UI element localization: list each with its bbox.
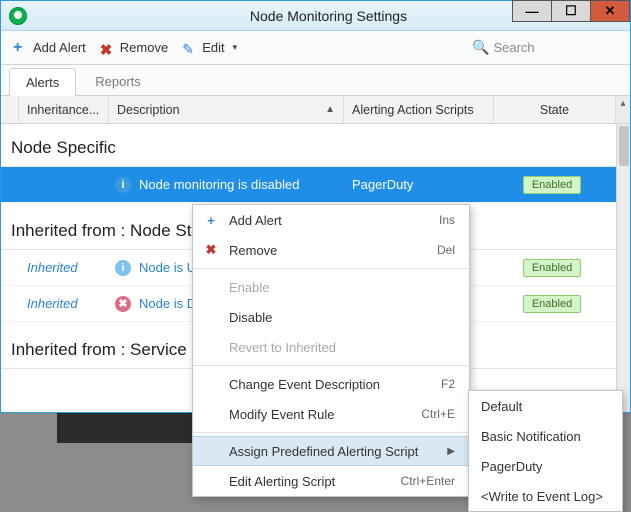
chevron-down-icon: ▾ [233,42,238,53]
state-badge: Enabled [523,176,581,194]
info-icon: i [115,177,131,193]
scroll-up-icon[interactable]: ▴ [620,96,625,111]
state-badge: Enabled [523,295,581,313]
window-controls: — ☐ ✕ [513,0,630,29]
menu-label: Remove [229,243,277,258]
vertical-scrollbar[interactable] [616,124,630,412]
column-state[interactable]: State [494,96,616,123]
menu-shortcut: Ctrl+E [421,407,455,421]
search-icon: 🔍 [472,39,489,56]
sort-asc-icon: ▲ [325,104,335,115]
remove-label: Remove [120,40,168,55]
tab-strip: Alerts Reports [1,65,630,96]
state-badge: Enabled [523,259,581,277]
titlebar: Node Monitoring Settings — ☐ ✕ [1,1,630,31]
maximize-button[interactable]: ☐ [551,0,591,22]
search-placeholder: Search [493,40,534,55]
column-description[interactable]: Description ▲ [109,96,344,123]
table-row[interactable]: i Node monitoring is disabled PagerDuty … [1,167,616,203]
menu-edit-script[interactable]: Edit Alerting Script Ctrl+Enter [193,466,469,496]
x-icon: ✖ [100,41,114,55]
tab-alerts[interactable]: Alerts [9,68,76,96]
menu-separator [193,432,469,433]
menu-separator [193,365,469,366]
submenu-pagerduty[interactable]: PagerDuty [469,451,622,481]
toolbar: + Add Alert ✖ Remove ✎ Edit ▾ 🔍 Search [1,31,630,65]
menu-label: Assign Predefined Alerting Script [229,444,418,459]
app-icon [9,7,27,25]
group-node-specific[interactable]: Node Specific [1,124,616,167]
close-button[interactable]: ✕ [590,0,630,22]
menu-change-description[interactable]: Change Event Description F2 [193,369,469,399]
pencil-icon: ✎ [182,41,196,55]
tab-reports[interactable]: Reports [78,67,158,95]
menu-add-alert[interactable]: + Add Alert Ins [193,205,469,235]
add-alert-label: Add Alert [33,40,86,55]
menu-assign-script[interactable]: Assign Predefined Alerting Script ▶ [193,436,469,466]
x-icon: ✖ [203,242,219,258]
menu-label: Disable [229,310,272,325]
add-alert-button[interactable]: + Add Alert [9,37,90,58]
scrollbar-thumb[interactable] [619,126,629,166]
column-alerting-action[interactable]: Alerting Action Scripts [344,96,494,123]
column-inheritance[interactable]: Inheritance... [19,96,109,123]
menu-label: Modify Event Rule [229,407,335,422]
chevron-right-icon: ▶ [447,446,455,457]
edit-label: Edit [202,40,224,55]
submenu-default[interactable]: Default [469,391,622,421]
cell-inheritance: Inherited [19,260,109,275]
menu-enable: Enable [193,272,469,302]
cell-description: Node monitoring is disabled [139,177,299,192]
info-icon: i [115,260,131,276]
assign-script-submenu: Default Basic Notification PagerDuty <Wr… [468,390,623,512]
context-menu: + Add Alert Ins ✖ Remove Del Enable Disa… [192,204,470,497]
minimize-button[interactable]: — [512,0,552,22]
column-description-label: Description [117,103,180,117]
plus-icon: + [13,41,27,55]
cell-action: PagerDuty [344,177,494,192]
menu-label: Enable [229,280,269,295]
menu-shortcut: F2 [441,377,455,391]
error-icon: ✖ [115,296,131,312]
menu-label: Change Event Description [229,377,380,392]
menu-remove[interactable]: ✖ Remove Del [193,235,469,265]
scrollbar-header: ▴ [616,96,630,123]
edit-button[interactable]: ✎ Edit ▾ [178,37,241,58]
grid-header: Inheritance... Description ▲ Alerting Ac… [1,96,630,124]
menu-label: Edit Alerting Script [229,474,335,489]
plus-icon: + [203,213,219,228]
menu-shortcut: Ctrl+Enter [401,474,455,488]
remove-button[interactable]: ✖ Remove [96,37,172,58]
submenu-basic-notification[interactable]: Basic Notification [469,421,622,451]
submenu-write-event-log[interactable]: <Write to Event Log> [469,481,622,511]
menu-disable[interactable]: Disable [193,302,469,332]
search-box[interactable]: 🔍 Search [472,39,622,56]
cell-inheritance: Inherited [19,296,109,311]
menu-label: Revert to Inherited [229,340,336,355]
menu-shortcut: Ins [439,213,455,227]
menu-revert: Revert to Inherited [193,332,469,362]
menu-separator [193,268,469,269]
menu-shortcut: Del [437,243,455,257]
column-expander[interactable] [1,96,19,123]
menu-modify-rule[interactable]: Modify Event Rule Ctrl+E [193,399,469,429]
menu-label: Add Alert [229,213,282,228]
